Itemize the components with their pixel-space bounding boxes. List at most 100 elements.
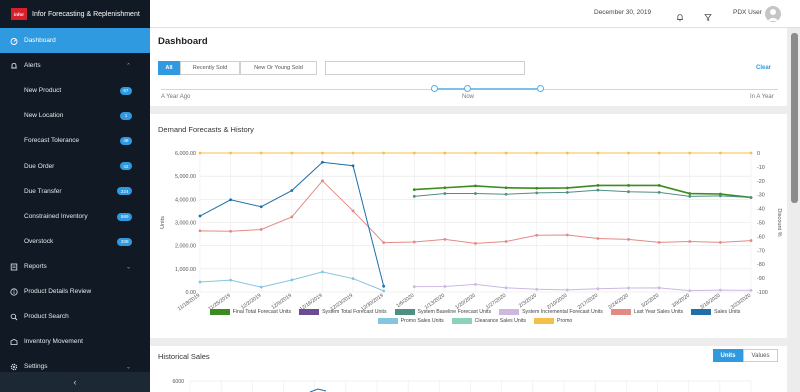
legend-item[interactable]: System Incremental Forecast Units [499,309,603,315]
range-handle-now[interactable] [464,85,471,92]
alert-item-label: New Product [24,87,62,95]
data-point [412,188,416,192]
sidebar-item-label: Inventory Movement [24,338,83,346]
alert-item-forecast-tolerance[interactable]: Forecast Tolerance 49 [0,128,150,153]
range-label-now: Now [462,94,475,100]
sidebar-item-reports[interactable]: Reports ⌄ [0,254,150,279]
legend-item[interactable]: Last Year Sales Units [610,309,683,315]
alert-item-new-product[interactable]: New Product 67 [0,78,150,103]
count-badge: 589 [117,212,132,221]
y2-tick-label: -50 [757,221,765,227]
count-badge: 338 [117,237,132,246]
data-point [321,179,324,183]
data-point [657,184,661,187]
data-point [596,287,600,291]
legend-item[interactable]: Promo [534,318,572,324]
data-point [290,189,294,192]
data-point [229,229,233,233]
legend-item[interactable]: Promo Sales Units [377,318,444,324]
data-point [718,194,722,198]
data-point [443,285,447,288]
data-point [382,284,386,288]
data-point [749,196,753,199]
units-toggle[interactable]: Units [713,349,743,362]
sidebar-item-product-search[interactable]: Product Search [0,304,150,329]
data-point [718,241,722,244]
data-point [627,238,630,241]
y2-tick-label: -80 [757,262,765,268]
data-point [535,186,539,190]
data-point [627,190,630,194]
data-point [749,288,753,292]
sidebar-item-label: Reports [24,263,47,271]
legend-item[interactable]: Clearance Sales Units [451,318,526,324]
page-title: Dashboard [158,36,208,47]
data-point [657,241,661,244]
count-badge: 1 [120,111,132,120]
sidebar-item-label: Dashboard [24,37,56,44]
tab-new-or-young-sold[interactable]: New Or Young Sold [240,61,317,75]
legend-item[interactable]: Sales Units [691,309,740,315]
data-point [259,151,263,155]
y-tick-label: 3,000.00 [175,221,196,227]
alert-item-label: New Location [24,112,64,120]
data-point [535,233,539,237]
sidebar-item-inventory-movement[interactable]: Inventory Movement [0,329,150,354]
alert-item-label: Constrained Inventory [24,213,88,221]
search-input[interactable] [325,61,525,75]
alert-item-new-location[interactable]: New Location 1 [0,103,150,128]
data-point [259,285,263,289]
range-handle-end[interactable] [537,85,544,92]
data-point [198,229,202,233]
chevron-down-icon[interactable]: ⌄ [126,363,131,370]
scrollbar-thumb[interactable] [791,33,798,203]
values-toggle[interactable]: Values [743,349,778,362]
demand-forecasts-panel: 0.00 1,000.00 2,000.00 3,000.00 4,000.00 5,00… [150,114,787,338]
tab-recently-sold[interactable]: Recently Sold [180,61,240,75]
alert-item-due-order[interactable]: Due Order 42 [0,154,150,179]
tab-all[interactable]: All [158,61,180,75]
data-point [443,186,447,190]
data-point [443,151,447,155]
data-point [565,190,569,194]
legend-item[interactable]: System Total Forecast Units [299,309,387,315]
bell-icon[interactable] [676,9,684,27]
sidebar-item-label: Product Details Review [24,288,92,296]
data-point [412,194,416,198]
legend-item[interactable]: System Baseline Forecast Units [394,309,492,315]
alert-item-overstock[interactable]: Overstock 338 [0,229,150,254]
legend-swatch [377,318,398,324]
data-point [474,184,477,188]
sidebar-item-product-details-review[interactable]: Product Details Review [0,279,150,304]
data-point [749,151,753,155]
sidebar-item-dashboard[interactable]: Dashboard [0,28,150,53]
data-point [504,192,508,196]
bell-icon [10,62,18,70]
chevron-down-icon[interactable]: ⌄ [126,263,131,270]
scrollbar[interactable] [789,28,800,392]
filter-icon[interactable] [704,9,712,27]
dashboard-panel: Dashboard All Recently Sold New Or Young… [150,28,787,106]
chart-legend: Final Total Forecast Units System Total F… [180,309,770,327]
data-point [382,289,386,293]
clear-link[interactable]: Clear [756,65,771,71]
info-icon [10,288,18,296]
collapse-sidebar-button[interactable]: ‹ [0,372,150,392]
legend-item[interactable]: Final Total Forecast Units [209,309,291,315]
y-axis-label: Units [160,216,166,229]
y2-tick-label: -70 [757,248,765,254]
avatar[interactable] [765,6,781,22]
sidebar-item-label: Alerts [24,62,41,69]
count-badge: 67 [119,86,132,95]
data-point [535,287,539,291]
data-point [412,285,416,289]
legend-swatch [209,309,230,315]
legend-label: System Baseline Forecast Units [417,309,492,315]
user-name[interactable]: PDX User [733,9,762,16]
alert-item-due-transfer[interactable]: Due Transfer 224 [0,179,150,204]
range-handle-start[interactable] [431,85,438,92]
alert-item-constrained-inventory[interactable]: Constrained Inventory 589 [0,204,150,229]
sidebar-item-alerts[interactable]: Alerts ⌃ [0,53,150,78]
chevron-up-icon[interactable]: ⌃ [126,62,131,69]
data-point [627,184,630,187]
